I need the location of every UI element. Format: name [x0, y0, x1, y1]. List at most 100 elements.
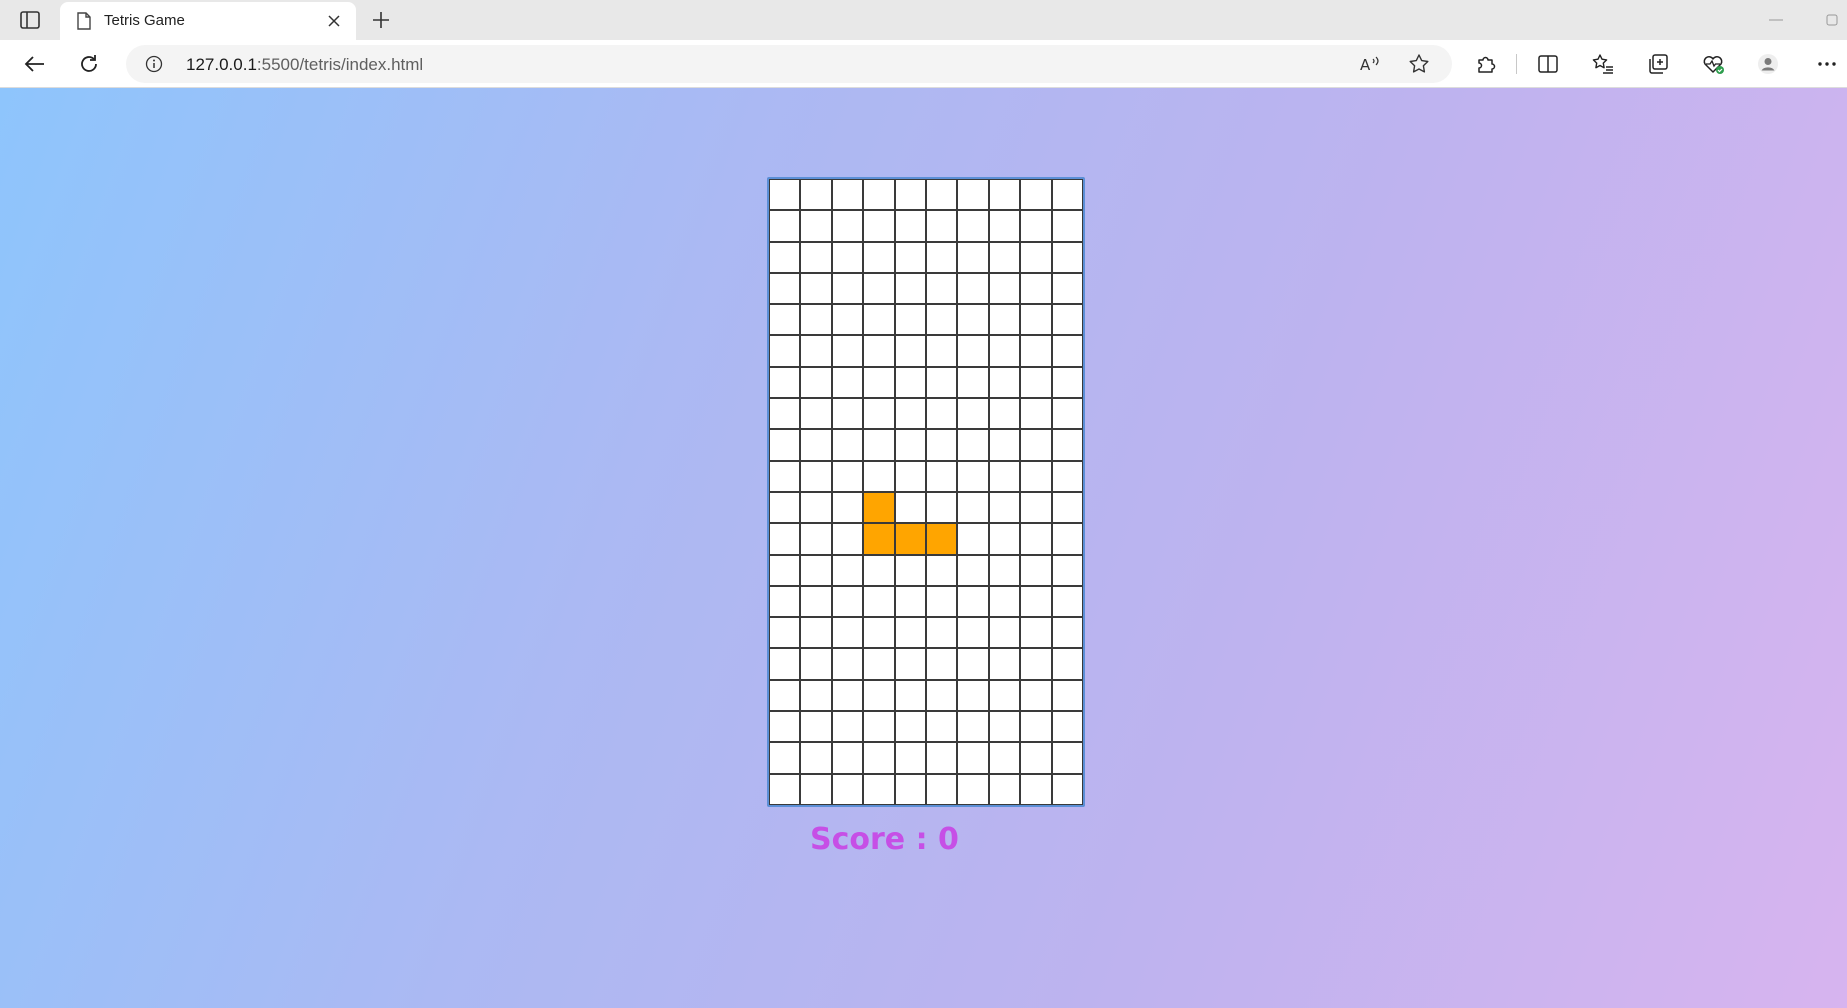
board-cell [801, 680, 831, 711]
board-cell [832, 211, 863, 241]
board-cell [801, 336, 831, 366]
plus-icon[interactable] [368, 7, 394, 33]
board-cell-filled [864, 492, 894, 523]
board-cell [989, 180, 1020, 210]
board-cell [801, 461, 831, 491]
restore-icon[interactable] [1820, 10, 1844, 30]
board-cell [832, 743, 863, 773]
board-cell [958, 618, 988, 648]
board-cell [958, 743, 988, 773]
board-cell [770, 680, 800, 711]
board-cell [989, 399, 1020, 429]
board-cell [1021, 774, 1051, 804]
board-cell [1021, 273, 1051, 304]
board-cell [958, 336, 988, 366]
board-cell [864, 399, 894, 429]
board-cell [1021, 743, 1051, 773]
info-icon[interactable] [144, 54, 164, 74]
board-cell [770, 492, 800, 523]
close-icon[interactable] [324, 11, 344, 31]
board-cell [801, 586, 831, 617]
board-cell-filled [895, 524, 925, 554]
board-cell [895, 618, 925, 648]
board-cell [895, 305, 925, 335]
board-cell [926, 586, 957, 617]
collections-icon[interactable] [1643, 50, 1673, 78]
refresh-icon[interactable] [74, 50, 104, 78]
board-cell [1052, 680, 1082, 711]
page-icon [74, 11, 94, 31]
arrow-left-icon[interactable] [20, 50, 50, 78]
board-cell [832, 367, 863, 398]
read-aloud-icon[interactable]: A [1358, 53, 1382, 75]
more-icon[interactable] [1812, 50, 1842, 78]
board-cell [989, 774, 1020, 804]
board-cell [864, 618, 894, 648]
board-cell [926, 492, 957, 523]
board-cell [1052, 305, 1082, 335]
svg-text:A: A [1360, 56, 1371, 73]
board-cell [1052, 555, 1082, 585]
board-cell [1021, 242, 1051, 272]
board-cell [832, 305, 863, 335]
board-cell [989, 461, 1020, 491]
board-cell [989, 430, 1020, 460]
board-cell [864, 555, 894, 585]
board-cell [1021, 712, 1051, 742]
board-cell [958, 367, 988, 398]
board-cell [895, 273, 925, 304]
board-cell [958, 461, 988, 491]
board-cell [989, 649, 1020, 679]
board-cell [926, 336, 957, 366]
board-cell [895, 586, 925, 617]
profile-icon[interactable] [1753, 50, 1783, 78]
tab-tetris-game[interactable]: Tetris Game [60, 2, 356, 40]
board-cell [832, 680, 863, 711]
board-cell [895, 774, 925, 804]
board-cell [864, 680, 894, 711]
board-cell [832, 524, 863, 554]
board-cell [926, 680, 957, 711]
board-cell [958, 430, 988, 460]
board-cell [989, 586, 1020, 617]
board-cell [989, 680, 1020, 711]
minimize-icon[interactable] [1764, 10, 1788, 30]
tetris-board [769, 179, 1083, 805]
board-cell [864, 743, 894, 773]
board-cell [989, 273, 1020, 304]
favorites-list-icon[interactable] [1588, 50, 1618, 78]
sidebar-toggle-icon[interactable] [18, 9, 42, 31]
board-cell [895, 211, 925, 241]
board-cell [1052, 430, 1082, 460]
board-cell [770, 367, 800, 398]
board-cell [864, 430, 894, 460]
board-cell [958, 242, 988, 272]
board-cell [832, 336, 863, 366]
heartbeat-icon[interactable] [1698, 50, 1728, 78]
address-bar[interactable]: 127.0.0.1:5500/tetris/index.html A [126, 45, 1452, 83]
board-cell [958, 399, 988, 429]
board-cell [832, 712, 863, 742]
board-cell [832, 242, 863, 272]
page-content: Score : 0 [0, 88, 1847, 1008]
board-cell [770, 555, 800, 585]
board-cell [1052, 586, 1082, 617]
board-cell [801, 524, 831, 554]
board-cell [770, 712, 800, 742]
board-cell [801, 492, 831, 523]
url-text[interactable]: 127.0.0.1:5500/tetris/index.html [186, 55, 423, 75]
board-cell [864, 336, 894, 366]
board-cell [770, 336, 800, 366]
url-path: :5500/tetris/index.html [256, 55, 424, 74]
tab-title: Tetris Game [104, 12, 185, 29]
board-cell [1052, 273, 1082, 304]
board-cell [989, 492, 1020, 523]
board-cell [958, 649, 988, 679]
puzzle-icon[interactable] [1471, 50, 1501, 78]
board-cell [1052, 524, 1082, 554]
star-icon[interactable] [1407, 53, 1431, 75]
board-cell [1052, 492, 1082, 523]
split-screen-icon[interactable] [1533, 50, 1563, 78]
board-cell [1052, 242, 1082, 272]
board-cell [864, 273, 894, 304]
